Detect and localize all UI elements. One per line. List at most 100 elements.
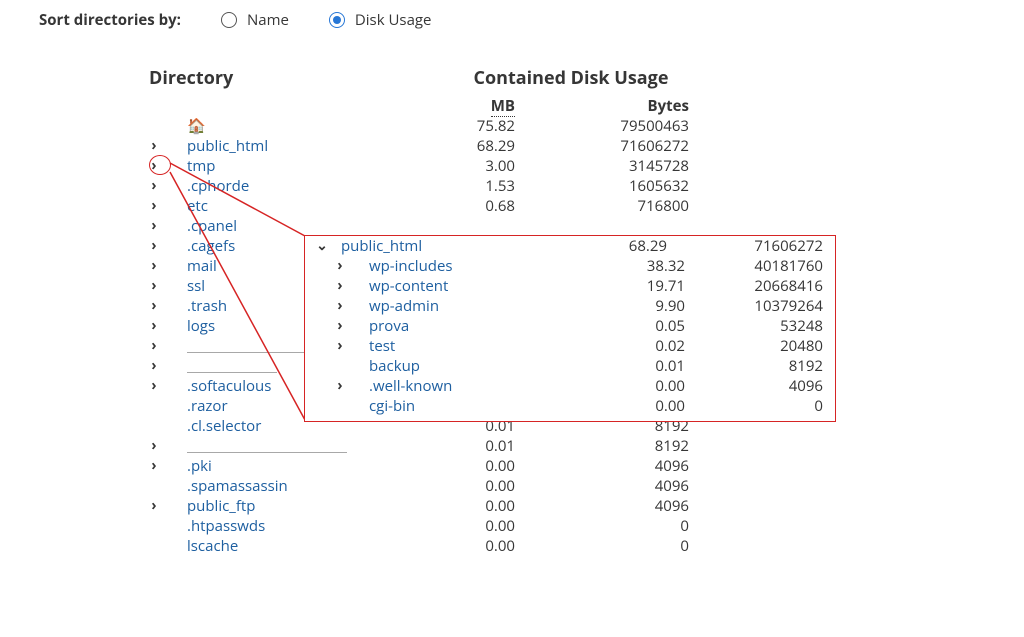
chevron-right-icon[interactable]: › (149, 236, 159, 256)
bytes-value: 4096 (515, 476, 689, 496)
mb-value: 0.00 (453, 476, 515, 496)
directory-link[interactable]: wp-includes (369, 256, 453, 276)
annotation-circle (149, 155, 171, 175)
directory-link[interactable]: public_html (341, 236, 422, 256)
callout-row: ›test0.0220480 (305, 336, 835, 356)
bytes-value (515, 216, 689, 236)
mb-value: 0.00 (615, 396, 685, 416)
chevron-right-icon[interactable]: › (335, 376, 345, 396)
directory-link[interactable]: backup (369, 356, 420, 376)
callout-row: › wp-admin 9.9010379264 (305, 296, 835, 316)
chevron-right-icon[interactable]: › (149, 496, 159, 516)
directory-link[interactable]: .pki (187, 456, 212, 476)
directory-link[interactable]: .cagefs (187, 236, 235, 256)
chevron-right-icon[interactable]: › (335, 336, 345, 356)
directory-link[interactable]: mail (187, 256, 217, 276)
chevron-right-icon[interactable]: › (149, 276, 159, 296)
directory-link[interactable]: .cphorde (187, 176, 249, 196)
bytes-value: 3145728 (515, 156, 689, 176)
bytes-value: 71606272 (667, 236, 823, 256)
sort-option-name[interactable]: Name (221, 10, 289, 30)
table-row: ›tmp3.003145728 (149, 156, 689, 176)
directory-link[interactable]: public_ftp (187, 496, 255, 516)
callout-row: ›wp-includes38.3240181760 (305, 256, 835, 276)
chevron-right-icon[interactable]: › (149, 136, 159, 156)
directory-link[interactable]: .htpasswds (187, 516, 265, 536)
directory-link[interactable]: tmp (187, 156, 215, 176)
mb-value: 0.05 (615, 316, 685, 336)
mb-value: 0.01 (453, 436, 515, 456)
bytes-value: 0 (685, 396, 823, 416)
mb-value: 0.00 (453, 456, 515, 476)
chevron-right-icon[interactable]: › (149, 456, 159, 476)
mb-value: 0.00 (615, 376, 685, 396)
bytes-value: 716800 (515, 196, 689, 216)
chevron-down-icon[interactable]: ⌄ (317, 236, 327, 256)
sort-option-name-label: Name (247, 10, 289, 30)
mb-value: 19.71 (615, 276, 685, 296)
directory-link[interactable]: test (369, 336, 395, 356)
directory-link[interactable]: wp-content (369, 276, 448, 296)
chevron-right-icon[interactable]: › (149, 256, 159, 276)
directory-link[interactable]: public_html (187, 136, 268, 156)
directory-link[interactable]: cgi-bin (369, 396, 415, 416)
sort-bar: Sort directories by: Name Disk Usage (14, 10, 1014, 36)
table-row: › .cpanel (149, 216, 689, 236)
mb-value: 68.29 (597, 236, 667, 256)
sort-option-usage[interactable]: Disk Usage (329, 10, 432, 30)
directory-link[interactable]: logs (187, 316, 215, 336)
callout-row: ›wp-content19.7120668416 (305, 276, 835, 296)
chevron-right-icon[interactable]: › (149, 216, 159, 236)
chevron-right-icon[interactable]: › (335, 276, 345, 296)
bytes-value: 53248 (685, 316, 823, 336)
directory-link[interactable]: wp-admin (369, 296, 439, 316)
chevron-right-icon[interactable]: › (335, 256, 345, 276)
directory-link[interactable]: lscache (187, 536, 238, 556)
chevron-right-icon[interactable]: › (149, 296, 159, 316)
chevron-right-icon[interactable]: › (149, 436, 159, 456)
directory-link[interactable]: .trash (187, 296, 227, 316)
mb-value: 68.29 (453, 136, 515, 156)
chevron-right-icon[interactable]: › (149, 356, 159, 376)
directory-link[interactable]: ssl (187, 276, 205, 296)
directory-link[interactable]: prova (369, 316, 409, 336)
chevron-right-icon[interactable]: › (149, 316, 159, 336)
directory-link[interactable]: .well-known (369, 376, 452, 396)
bytes-value: 71606272 (515, 136, 689, 156)
mb-value: 0.00 (453, 496, 515, 516)
chevron-right-icon[interactable]: › (149, 376, 159, 396)
column-header-mb: MB (491, 96, 515, 117)
mb-value: 0.00 (453, 536, 515, 556)
chevron-right-icon[interactable]: › (335, 316, 345, 336)
bytes-value: 40181760 (685, 256, 823, 276)
chevron-right-icon[interactable]: › (335, 296, 345, 316)
callout-row: ›backup0.018192 (305, 356, 835, 376)
bytes-value: 20480 (685, 336, 823, 356)
column-header-bytes: Bytes (648, 96, 689, 116)
bytes-value: 1605632 (515, 176, 689, 196)
radio-icon-checked (329, 12, 345, 28)
mb-value: 9.90 (615, 296, 685, 316)
directory-link[interactable]: etc (187, 196, 208, 216)
directory-link[interactable]: .softaculous (187, 376, 271, 396)
chevron-right-icon[interactable]: › (149, 336, 159, 356)
table-row: ›0.018192 (149, 436, 689, 456)
annotation-callout: ⌄public_html68.2971606272›wp-includes38.… (304, 235, 836, 422)
table-row: ›.cphorde1.531605632 (149, 176, 689, 196)
home-icon[interactable]: 🏠 (187, 116, 206, 136)
radio-icon (221, 12, 237, 28)
bytes-value: 10379264 (685, 296, 823, 316)
bytes-value: 8192 (685, 356, 823, 376)
mb-value: 0.01 (615, 356, 685, 376)
directory-link[interactable]: .cpanel (187, 216, 237, 236)
sort-label: Sort directories by: (39, 10, 181, 30)
bytes-value: 4096 (515, 456, 689, 476)
chevron-right-icon[interactable]: › (149, 176, 159, 196)
bytes-value: 4096 (515, 496, 689, 516)
bytes-value: 0 (515, 516, 689, 536)
directory-link[interactable]: .spamassassin (187, 476, 288, 496)
table-row: › public_html 68.2971606272 (149, 136, 689, 156)
directory-link[interactable]: .cl.selector (187, 416, 261, 436)
directory-link[interactable]: .razor (187, 396, 228, 416)
chevron-right-icon[interactable]: › (149, 196, 159, 216)
